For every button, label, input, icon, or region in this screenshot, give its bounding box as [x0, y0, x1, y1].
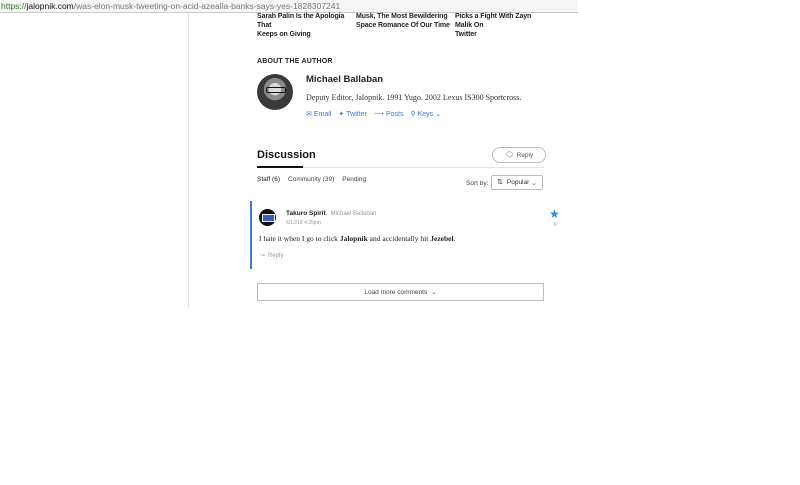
discussion-reply-button[interactable]: 🗨 Reply — [492, 147, 546, 163]
keys-link[interactable]: ⚲ Keys ⌄ — [410, 111, 441, 118]
commenter-avatar[interactable] — [259, 209, 276, 226]
commenter-name[interactable]: Takuro Spirit — [286, 210, 326, 217]
keys-link-label: Keys — [417, 111, 434, 118]
discussion-tabs: Staff (6) Community (39) Pending — [257, 176, 366, 183]
comment-timestamp[interactable]: 6/13/18 4:25pm — [286, 220, 321, 226]
avatar-glasses — [266, 87, 286, 93]
avatar-badge — [262, 214, 275, 222]
tab-pending[interactable]: Pending — [342, 176, 366, 183]
comment-text-part: and accidentally hit — [367, 234, 431, 243]
speech-bubble-icon: 🗨 — [504, 151, 514, 159]
key-icon: ⚲ — [410, 111, 416, 118]
envelope-icon: ✉ — [306, 111, 312, 118]
posts-link-label: Posts — [385, 111, 404, 118]
author-links: ✉ Email ✦ Twitter ⟶ Posts ⚲ Keys ⌄ — [306, 111, 441, 118]
related-story-1-line1: Sarah Palin Is the Apologia That — [257, 13, 345, 29]
comment-text-part: . — [453, 234, 456, 243]
twitter-bird-icon: ✦ — [338, 111, 345, 118]
comment-text-part: I hate it when I go to click — [259, 234, 340, 243]
star-count: 6 — [554, 222, 557, 228]
posts-link[interactable]: ⟶ Posts — [374, 111, 404, 118]
author-name[interactable]: Michael Ballaban — [306, 74, 383, 85]
related-story-1[interactable]: Sarah Palin Is the Apologia That Keeps o… — [257, 12, 352, 39]
left-divider — [188, 13, 189, 308]
posts-icon: ⟶ — [373, 111, 384, 118]
related-story-1-line2: Keeps on Giving — [257, 31, 311, 38]
about-author-heading: ABOUT THE AUTHOR — [257, 58, 333, 65]
url-path: /was-elon-musk-tweeting-on-acid-azealia-… — [73, 1, 341, 11]
discussion-reply-label: Reply — [516, 151, 534, 159]
chevron-down-icon: ⌄ — [435, 111, 442, 118]
comment-reply-button[interactable]: ↪ Reply — [260, 252, 284, 260]
related-story-3-line2: Twitter — [455, 31, 477, 38]
chevron-down-icon: ⌄ — [431, 289, 437, 296]
discussion-divider — [303, 167, 544, 168]
comment-text-bold: Jalopnik — [339, 234, 368, 243]
twitter-link-label: Twitter — [346, 111, 367, 118]
comment-text-bold: Jezebel — [430, 234, 454, 243]
related-story-2[interactable]: Musk, The Most Bewildering Space Romance… — [356, 12, 451, 30]
discussion-title: Discussion — [257, 149, 316, 161]
url-scheme: https:// — [1, 1, 27, 11]
tab-staff[interactable]: Staff (6) — [257, 176, 280, 183]
comment-text: I hate it when I go to click Jalopnik an… — [259, 234, 455, 243]
sort-select[interactable]: ⇅ Popular ⌄ — [491, 175, 543, 190]
related-story-2-line2: Space Romance Of Our Time — [356, 22, 450, 29]
comment-card: Takuro Spirit → Michael Ballaban 6/13/18… — [250, 201, 560, 269]
load-more-comments-button[interactable]: Load more comments ⌄ — [257, 283, 544, 301]
related-story-3-line1: Picks a Fight With Zayn Malik On — [455, 13, 532, 29]
chevron-down-icon: ⌄ — [531, 180, 537, 187]
reply-arrow-icon: → — [323, 211, 329, 217]
url-domain: jalopnik.com — [26, 1, 74, 11]
author-avatar[interactable] — [257, 74, 293, 110]
reply-to-label: Michael Ballaban — [330, 211, 377, 217]
load-more-label: Load more comments — [364, 288, 428, 296]
email-link-label: Email — [313, 111, 332, 118]
email-link[interactable]: ✉ Email — [306, 111, 331, 118]
discussion-title-underline — [257, 166, 303, 168]
tab-community[interactable]: Community (39) — [288, 176, 334, 183]
related-story-2-line1: Musk, The Most Bewildering — [356, 13, 448, 20]
reply-to-name[interactable]: → Michael Ballaban — [323, 211, 376, 217]
related-story-3[interactable]: Picks a Fight With Zayn Malik On Twitter — [455, 12, 550, 39]
twitter-link[interactable]: ✦ Twitter — [338, 111, 367, 118]
sort-label: Sort by: — [466, 180, 489, 187]
star-icon[interactable]: ★ — [549, 207, 560, 221]
author-bio: Deputy Editor, Jalopnik. 1991 Yugo. 2002… — [306, 93, 522, 102]
comment-reply-label: Reply — [268, 252, 284, 259]
sort-select-value: Popular — [506, 179, 530, 186]
sort-icon: ⇅ — [497, 179, 503, 186]
reply-icon: ↪ — [260, 253, 266, 259]
